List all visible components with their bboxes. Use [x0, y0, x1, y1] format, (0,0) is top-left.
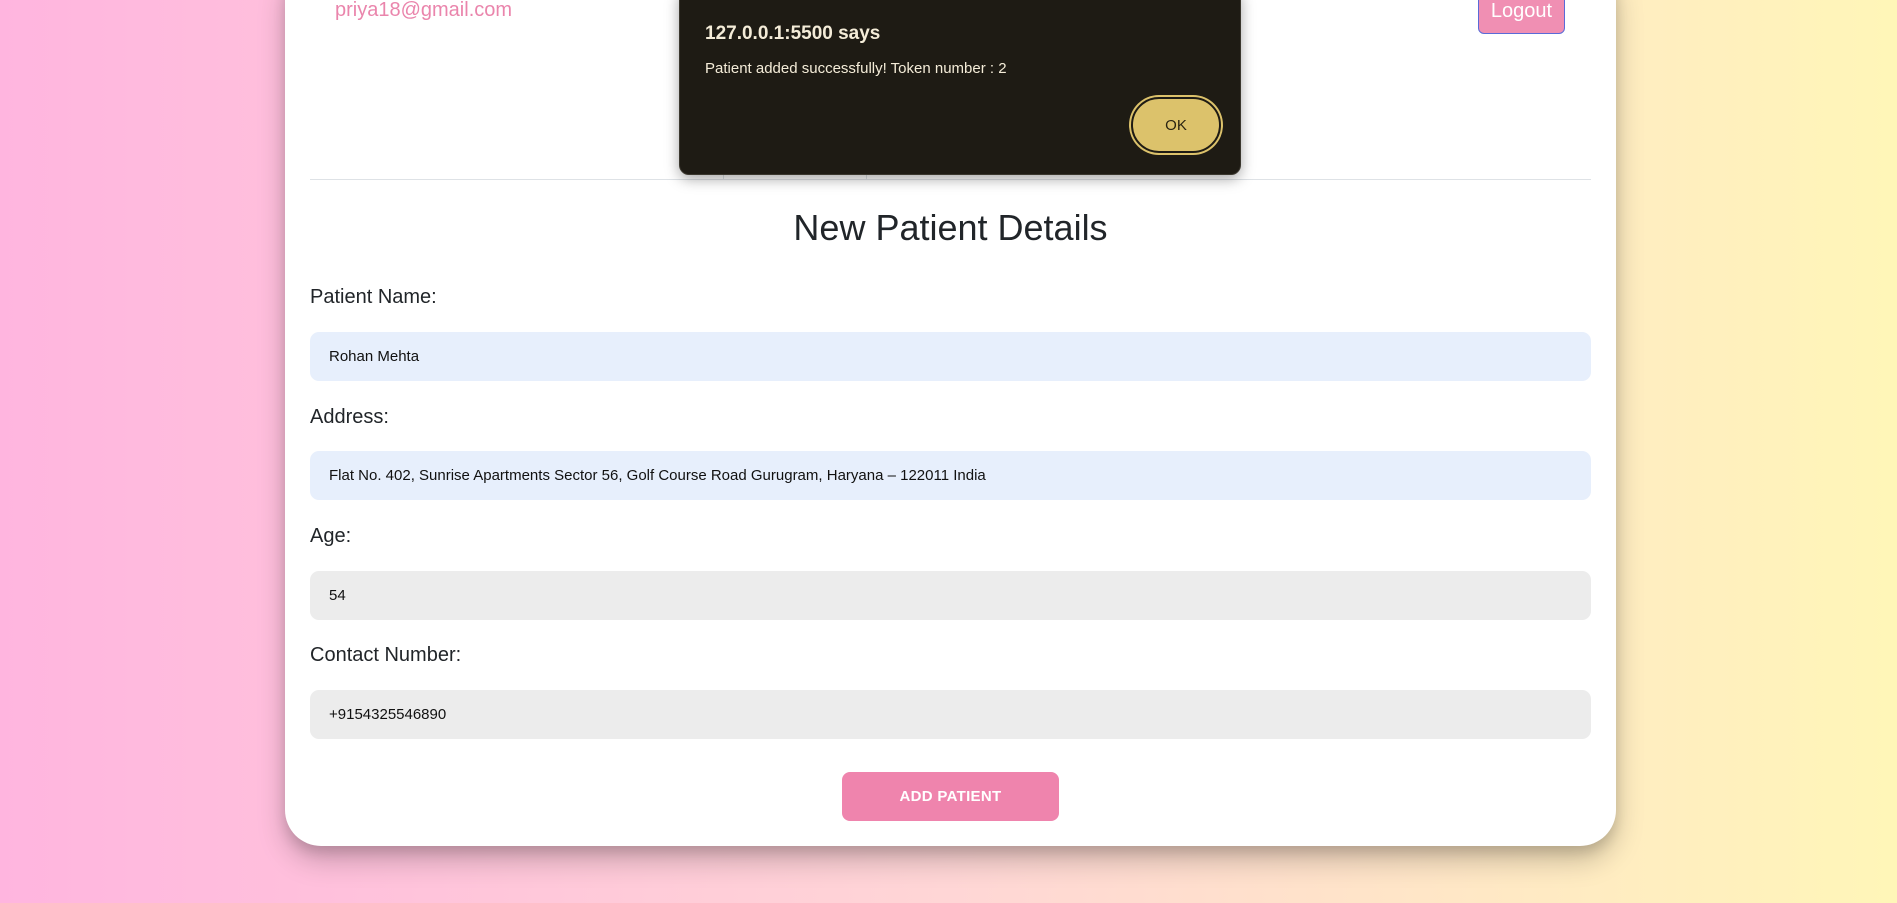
address-label: Address: — [310, 406, 389, 428]
age-label: Age: — [310, 525, 352, 547]
alert-dialog: 127.0.0.1:5500 says Patient added succes… — [679, 0, 1241, 175]
contact-number-input[interactable] — [310, 690, 1591, 739]
page-title: New Patient Details — [793, 207, 1108, 248]
alert-title: 127.0.0.1:5500 says — [705, 23, 881, 44]
add-patient-button[interactable]: ADD PATIENT — [842, 772, 1059, 821]
tab-divider — [310, 179, 1591, 180]
patient-name-input[interactable] — [310, 332, 1591, 381]
alert-message: Patient added successfully! Token number… — [705, 60, 1007, 77]
age-input[interactable] — [310, 571, 1591, 620]
alert-ok-button[interactable]: OK — [1131, 97, 1221, 153]
user-email: priya18@gmail.com — [335, 0, 513, 21]
contact-number-label: Contact Number: — [310, 644, 462, 666]
logout-button[interactable]: Logout — [1478, 0, 1565, 34]
patient-name-label: Patient Name: — [310, 286, 437, 308]
address-input[interactable] — [310, 451, 1591, 500]
